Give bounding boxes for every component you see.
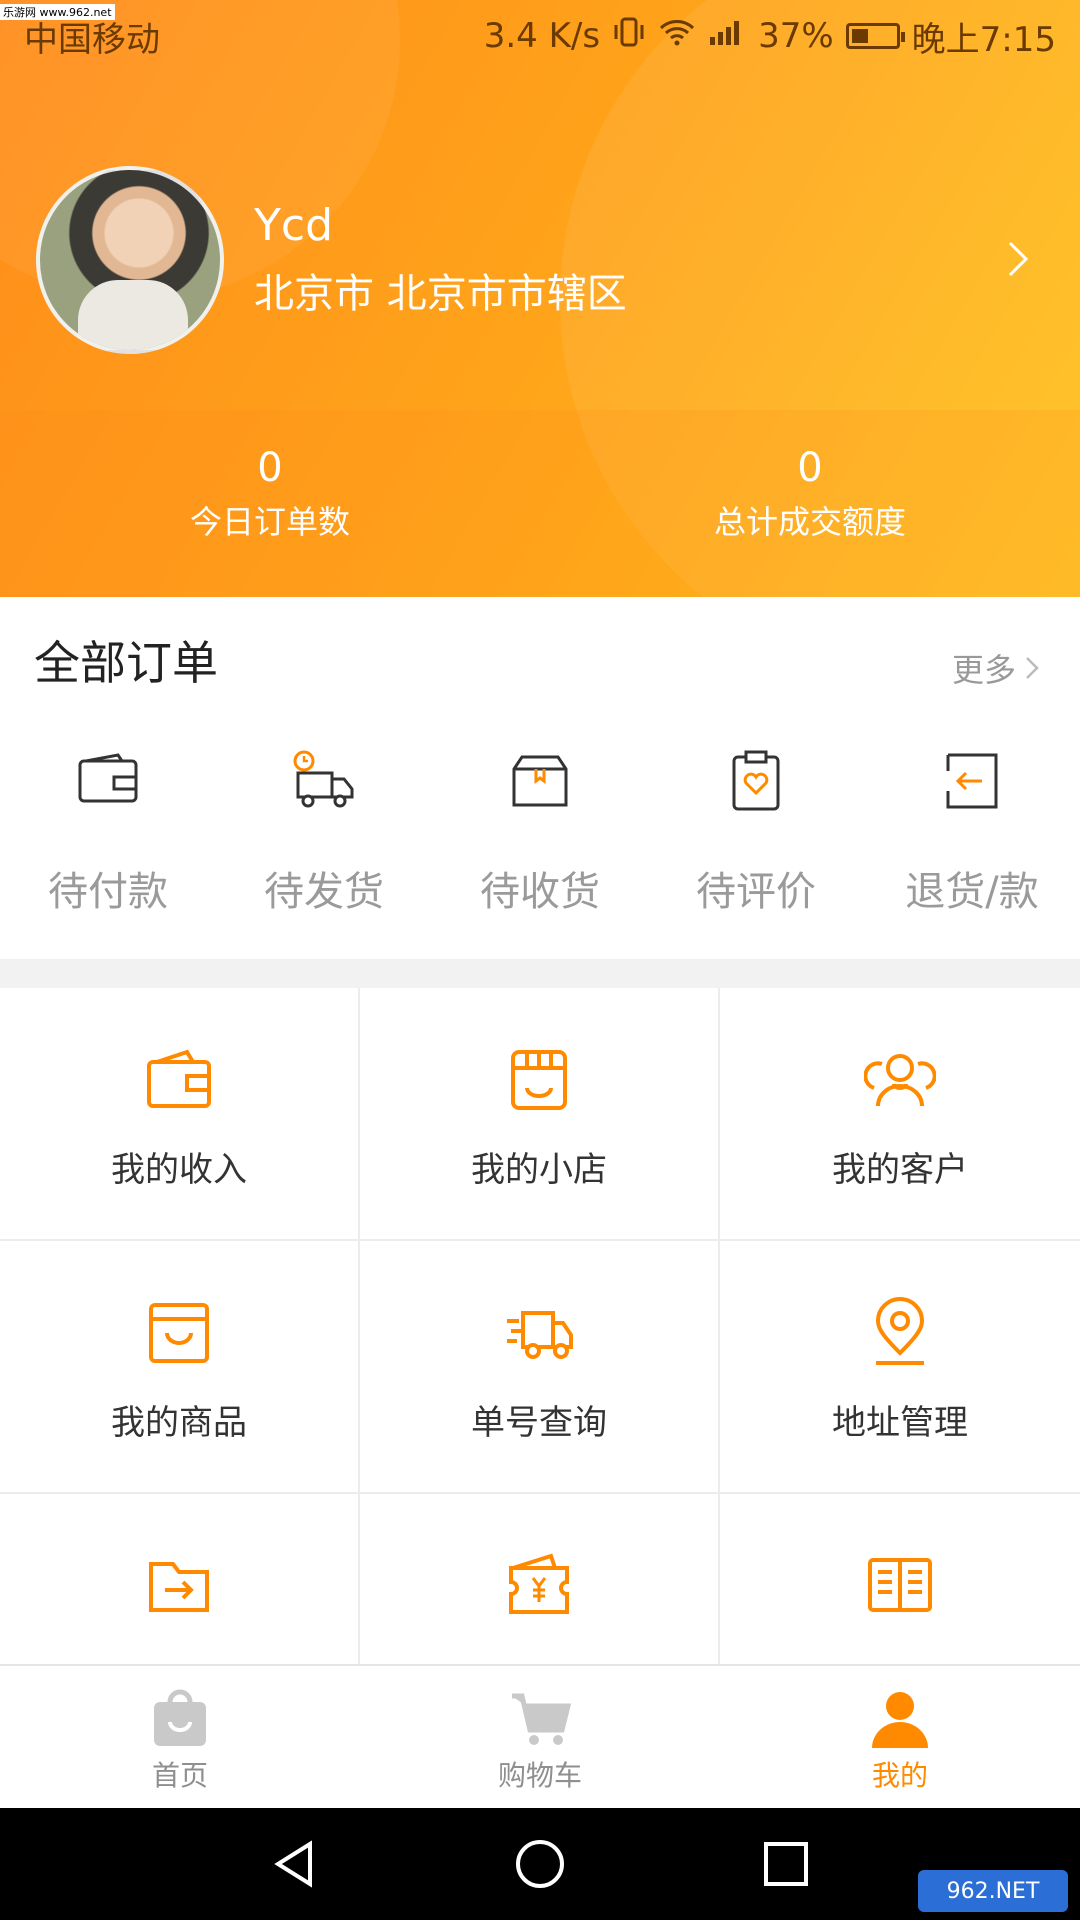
bottom-tab-bar: 首页 购物车 我的 bbox=[0, 1664, 1080, 1808]
home-icon[interactable] bbox=[512, 1836, 568, 1892]
stat-label: 总计成交额度 bbox=[713, 503, 906, 541]
back-icon[interactable] bbox=[266, 1836, 322, 1892]
shopping-bag-icon bbox=[149, 1303, 209, 1363]
stat-label: 今日订单数 bbox=[189, 503, 350, 541]
battery-icon bbox=[845, 23, 905, 49]
stat-total-volume[interactable]: 0 总计成交额度 bbox=[540, 440, 1080, 580]
store-icon bbox=[511, 1050, 567, 1110]
order-label: 待发货 bbox=[264, 869, 384, 915]
battery-percent: 37% bbox=[758, 16, 834, 56]
grid-my-store[interactable]: 我的小店 bbox=[360, 988, 720, 1241]
orders-title: 全部订单 bbox=[34, 636, 218, 690]
tab-cart[interactable]: 购物车 bbox=[360, 1666, 720, 1808]
grid-label: 地址管理 bbox=[832, 1403, 968, 1443]
cart-icon bbox=[512, 1693, 572, 1745]
chevron-right-icon[interactable] bbox=[1000, 235, 1036, 283]
orders-more-link[interactable]: 更多 bbox=[952, 645, 1042, 691]
grid-my-customers[interactable]: 我的客户 bbox=[720, 988, 1080, 1241]
order-pending-payment[interactable]: 待付款 bbox=[0, 747, 216, 917]
site-logo: 962.NET bbox=[918, 1870, 1068, 1912]
tab-home[interactable]: 首页 bbox=[0, 1666, 360, 1808]
order-pending-review[interactable]: 待评价 bbox=[648, 747, 864, 917]
order-pending-receipt[interactable]: 待收货 bbox=[432, 747, 648, 917]
order-returns[interactable]: 退货/款 bbox=[864, 747, 1080, 917]
order-label: 待评价 bbox=[696, 869, 816, 915]
wifi-icon bbox=[658, 16, 696, 56]
home-bag-icon bbox=[154, 1689, 206, 1746]
orders-section: 全部订单 更多 待付款 待发货 待收货 待评价 退货/款 bbox=[0, 597, 1080, 959]
grid-my-income[interactable]: 我的收入 bbox=[0, 988, 360, 1241]
customers-icon bbox=[863, 1054, 937, 1107]
order-pending-shipment[interactable]: 待发货 bbox=[216, 747, 432, 917]
person-icon bbox=[872, 1692, 928, 1748]
vibrate-icon bbox=[612, 15, 646, 58]
grid-label: 单号查询 bbox=[471, 1403, 607, 1443]
grid-label: 我的客户 bbox=[832, 1150, 968, 1190]
profile-name: Ycd bbox=[254, 200, 333, 251]
tab-label: 首页 bbox=[151, 1759, 208, 1792]
grid-tracking-query[interactable]: 单号查询 bbox=[360, 1241, 720, 1494]
recents-icon[interactable] bbox=[758, 1836, 814, 1892]
box-icon bbox=[512, 755, 568, 807]
book-icon bbox=[868, 1558, 932, 1612]
profile-card[interactable]: Ycd 北京市 北京市市辖区 bbox=[36, 165, 1046, 355]
tab-mine[interactable]: 我的 bbox=[720, 1666, 1080, 1808]
stat-value: 0 bbox=[257, 445, 283, 491]
order-label: 待付款 bbox=[48, 869, 168, 915]
grid-my-products[interactable]: 我的商品 bbox=[0, 1241, 360, 1494]
feature-grid: 我的收入 我的小店 我的客户 我的商品 单号查询 地址管理 bbox=[0, 988, 1080, 1747]
more-label: 更多 bbox=[951, 651, 1016, 689]
wallet-icon bbox=[78, 753, 138, 803]
clipboard-heart-icon bbox=[732, 750, 780, 811]
stat-value: 0 bbox=[797, 445, 823, 491]
delivery-truck-icon bbox=[507, 1311, 573, 1359]
carrier-label: 中国移动 bbox=[24, 19, 160, 60]
order-label: 退货/款 bbox=[905, 869, 1039, 915]
grid-address-manage[interactable]: 地址管理 bbox=[720, 1241, 1080, 1494]
network-speed: 3.4 K/s bbox=[483, 16, 601, 56]
stats-row: 0 今日订单数 0 总计成交额度 bbox=[0, 440, 1080, 580]
location-pin-icon bbox=[875, 1297, 925, 1365]
order-label: 待收货 bbox=[480, 869, 600, 915]
folder-arrow-icon bbox=[149, 1562, 209, 1612]
grid-label: 我的商品 bbox=[111, 1403, 247, 1443]
status-bar: 中国移动 3.4 K/s 37% 晚上7:15 bbox=[0, 0, 1080, 72]
profile-header: 乐游网 www.962.net 中国移动 3.4 K/s 37% 晚上7:15 bbox=[0, 0, 1080, 597]
profile-location: 北京市 北京市市辖区 bbox=[254, 271, 627, 317]
signal-icon bbox=[708, 16, 746, 56]
app-screen: 乐游网 www.962.net 中国移动 3.4 K/s 37% 晚上7:15 bbox=[0, 0, 1080, 1920]
return-icon bbox=[946, 753, 998, 809]
order-status-row: 待付款 待发货 待收货 待评价 退货/款 bbox=[0, 747, 1080, 917]
coupon-yen-icon bbox=[509, 1553, 569, 1614]
grid-label: 我的小店 bbox=[471, 1150, 607, 1190]
tab-label: 我的 bbox=[871, 1759, 928, 1792]
wallet-orange-icon bbox=[147, 1049, 211, 1108]
avatar[interactable] bbox=[36, 166, 224, 354]
tab-label: 购物车 bbox=[497, 1759, 582, 1792]
system-nav-bar: 962.NET bbox=[0, 1808, 1080, 1920]
stat-today-orders[interactable]: 0 今日订单数 bbox=[0, 440, 540, 580]
grid-label: 我的收入 bbox=[111, 1150, 247, 1190]
truck-clock-icon bbox=[293, 750, 354, 808]
clock: 晚上7:15 bbox=[911, 19, 1056, 60]
chevron-right-icon bbox=[1026, 657, 1039, 679]
